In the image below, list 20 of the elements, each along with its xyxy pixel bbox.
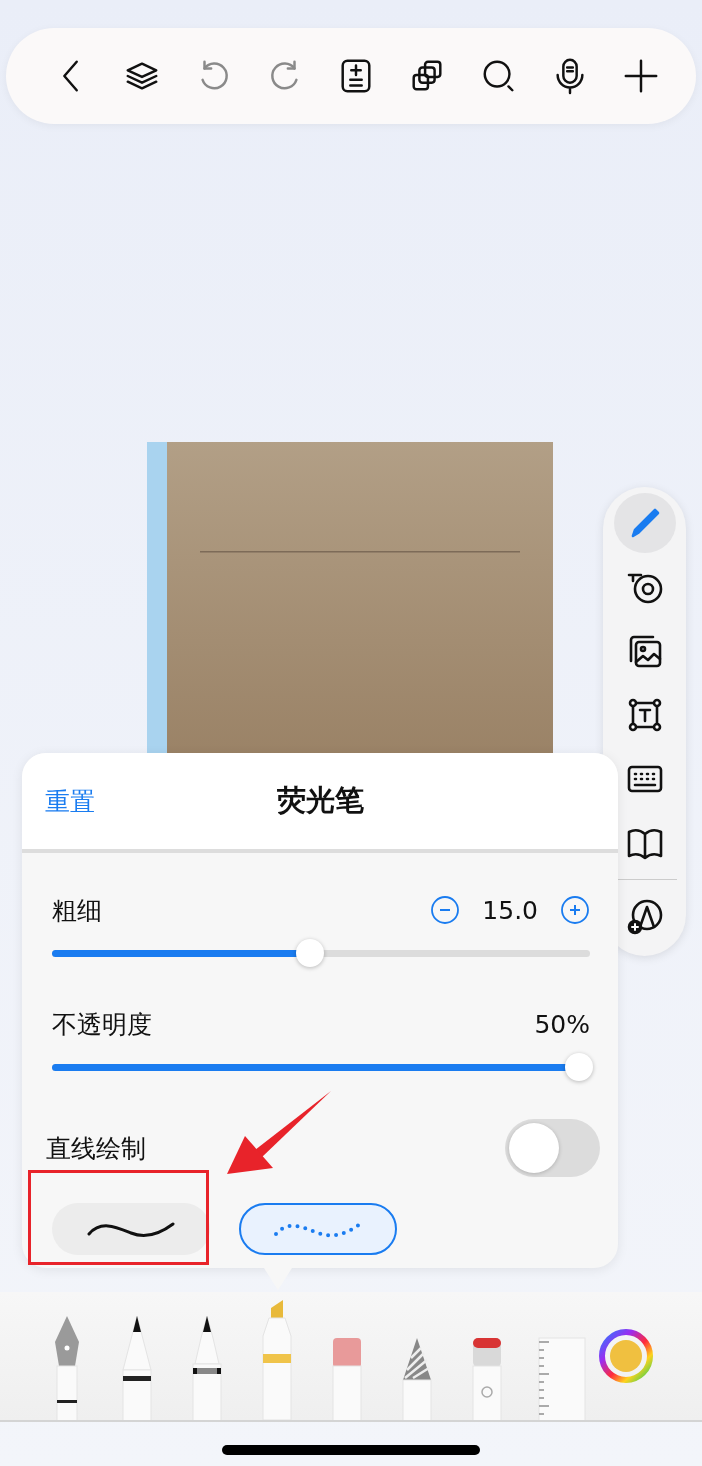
- color-picker[interactable]: [599, 1329, 653, 1383]
- thickness-label: 粗细: [52, 894, 102, 927]
- slider-thumb[interactable]: [565, 1053, 594, 1081]
- increase-button[interactable]: [560, 895, 590, 925]
- opacity-label: 不透明度: [52, 1008, 152, 1041]
- decrease-button[interactable]: [430, 895, 461, 925]
- slider-thumb[interactable]: [296, 939, 325, 967]
- pen-tool-button[interactable]: [613, 493, 676, 553]
- minus-icon: [430, 895, 461, 925]
- plus-icon: [560, 895, 590, 925]
- toggle-switch[interactable]: [505, 1119, 600, 1177]
- reset-button[interactable]: 重置: [45, 784, 95, 818]
- dotted-stroke-button[interactable]: [239, 1203, 397, 1255]
- opacity-slider[interactable]: [52, 1053, 590, 1081]
- straight-line-label: 直线绘制: [46, 1132, 146, 1165]
- thickness-slider[interactable]: [52, 939, 590, 967]
- panel-title: 荧光笔: [276, 782, 364, 819]
- thickness-value: 15.0: [482, 895, 538, 925]
- add-icon: [622, 57, 660, 95]
- opacity-value: 50%: [534, 1009, 590, 1039]
